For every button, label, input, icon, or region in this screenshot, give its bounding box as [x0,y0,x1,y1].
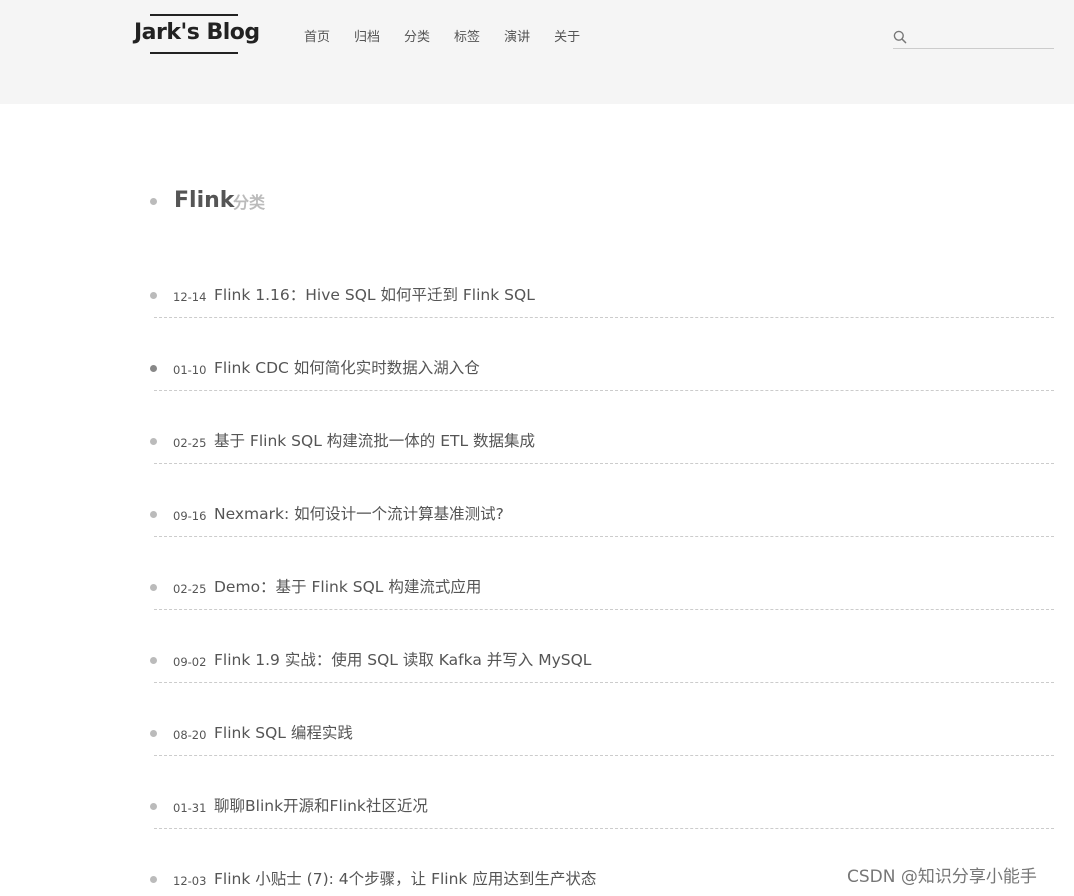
nav-item-tags[interactable]: 标签 [454,28,480,50]
search-input[interactable] [913,28,1051,46]
post-date: 09-16 [173,509,207,523]
post-title-link[interactable]: Flink CDC 如何简化实时数据入湖入仓 [214,357,480,379]
post-title-link[interactable]: 聊聊Blink开源和Flink社区近况 [214,795,428,817]
post-date: 01-10 [173,363,207,377]
post-divider [154,536,1054,537]
post-divider [154,682,1054,683]
post-bullet [150,657,157,664]
post-date: 12-03 [173,874,207,888]
site-header: Jark's Blog 首页 归档 分类 标签 演讲 关于 [0,0,1074,104]
search-box [893,28,1054,49]
post-title-link[interactable]: Nexmark: 如何设计一个流计算基准测试? [214,503,504,525]
post-title-link[interactable]: Demo：基于 Flink SQL 构建流式应用 [214,576,481,598]
post-date: 02-25 [173,436,207,450]
post-item: 02-25 基于 Flink SQL 构建流批一体的 ETL 数据集成 [150,427,1054,464]
post-item: 09-02 Flink 1.9 实战：使用 SQL 读取 Kafka 并写入 M… [150,646,1054,683]
post-date: 08-20 [173,728,207,742]
post-bullet [150,730,157,737]
nav-item-home[interactable]: 首页 [304,28,330,50]
logo-top-line [150,14,238,16]
post-item: 08-20 Flink SQL 编程实践 [150,719,1054,756]
site-title[interactable]: Jark's Blog [134,19,260,47]
post-title-link[interactable]: 基于 Flink SQL 构建流批一体的 ETL 数据集成 [214,430,535,452]
nav-item-archive[interactable]: 归档 [354,28,380,50]
post-date: 02-25 [173,582,207,596]
post-bullet [150,292,157,299]
search-icon[interactable] [893,30,907,44]
nav-item-talks[interactable]: 演讲 [504,28,530,50]
nav-item-about[interactable]: 关于 [554,28,580,50]
post-date: 12-14 [173,290,207,304]
site-logo[interactable]: Jark's Blog [134,14,260,54]
post-divider [154,755,1054,756]
post-item: 12-14 Flink 1.16：Hive SQL 如何平迁到 Flink SQ… [150,281,1054,318]
post-divider [154,317,1054,318]
logo-bottom-line [150,52,238,54]
main-nav: 首页 归档 分类 标签 演讲 关于 [304,28,580,50]
csdn-watermark: CSDN @知识分享小能手 [847,867,1037,887]
post-bullet [150,876,157,883]
post-divider [154,390,1054,391]
post-bullet [150,365,157,372]
post-divider [154,463,1054,464]
post-date: 09-02 [173,655,207,669]
post-item: 01-31 聊聊Blink开源和Flink社区近况 [150,792,1054,829]
category-label: 分类 [233,193,266,212]
post-bullet [150,511,157,518]
post-bullet [150,584,157,591]
post-divider [154,828,1054,829]
category-name: Flink [174,188,235,213]
post-title-link[interactable]: Flink SQL 编程实践 [214,722,353,744]
post-item: 02-25 Demo：基于 Flink SQL 构建流式应用 [150,573,1054,610]
post-item: 01-10 Flink CDC 如何简化实时数据入湖入仓 [150,354,1054,391]
post-title-link[interactable]: Flink 1.9 实战：使用 SQL 读取 Kafka 并写入 MySQL [214,649,591,671]
post-title-link[interactable]: Flink 1.16：Hive SQL 如何平迁到 Flink SQL [214,284,535,306]
post-divider [154,609,1054,610]
post-title-link[interactable]: Flink 小贴士 (7): 4个步骤，让 Flink 应用达到生产状态 [214,868,596,890]
post-bullet [150,803,157,810]
nav-item-categories[interactable]: 分类 [404,28,430,50]
category-bullet [150,198,157,205]
post-item: 09-16 Nexmark: 如何设计一个流计算基准测试? [150,500,1054,537]
post-date: 01-31 [173,801,207,815]
post-bullet [150,438,157,445]
